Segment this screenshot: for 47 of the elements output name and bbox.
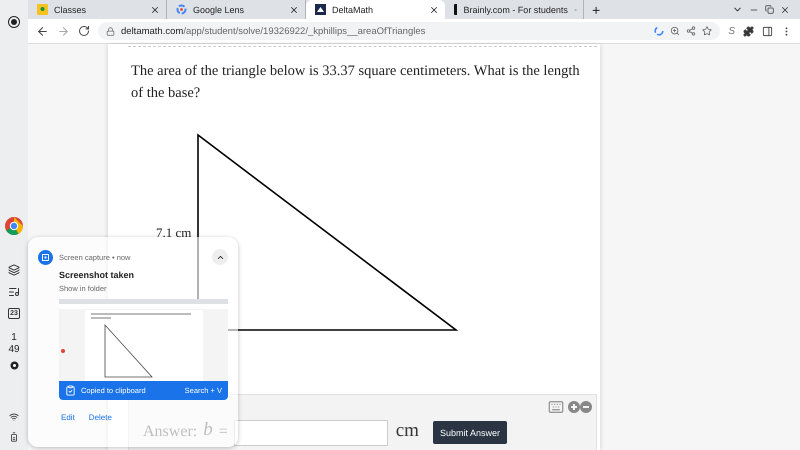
share-icon[interactable] bbox=[686, 26, 696, 36]
notification-action[interactable]: Edit bbox=[61, 413, 75, 422]
restore-icon[interactable] bbox=[765, 5, 774, 14]
side-panel-icon[interactable] bbox=[762, 26, 773, 36]
close-icon[interactable] bbox=[150, 4, 160, 14]
playlist-icon[interactable] bbox=[8, 286, 20, 298]
submit-button[interactable]: Submit Answer bbox=[432, 421, 507, 444]
url-text: deltamath.com/app/student/solve/19326922/_kphillips__areaOfTriangles bbox=[121, 26, 426, 36]
reload-icon[interactable] bbox=[78, 25, 90, 37]
back-icon[interactable] bbox=[36, 24, 49, 38]
zoom-icon[interactable] bbox=[670, 26, 680, 36]
lock-icon bbox=[106, 26, 115, 36]
clipboard-history-icon[interactable] bbox=[8, 264, 20, 276]
height-label: 7.1 cm bbox=[156, 225, 192, 240]
answer-field[interactable] bbox=[234, 420, 388, 446]
clock-minutes: 49 bbox=[8, 344, 20, 356]
wifi-icon bbox=[9, 412, 19, 422]
notification-title: Screenshot taken bbox=[59, 270, 136, 280]
browser-tab[interactable]: DeltaMath bbox=[306, 0, 445, 19]
question-text: The area of the triangle below is 33.37 square centimeters. What is the length of the base? bbox=[131, 62, 581, 103]
answer-label: Answer: bbox=[143, 423, 198, 442]
clock-hours: 1 bbox=[11, 332, 17, 344]
classroom-icon bbox=[37, 4, 48, 15]
star-icon[interactable] bbox=[702, 26, 712, 36]
minus-icon[interactable] bbox=[580, 401, 592, 413]
variable-label: b bbox=[203, 419, 213, 442]
lens-icon bbox=[176, 4, 187, 15]
new-tab-button[interactable]: + bbox=[592, 2, 600, 18]
status-dot-icon bbox=[10, 361, 18, 370]
extension-button[interactable]: S bbox=[728, 26, 735, 36]
close-icon[interactable] bbox=[289, 4, 299, 14]
clipboard-icon bbox=[65, 385, 76, 396]
plus-icon[interactable] bbox=[568, 401, 580, 413]
delta-icon bbox=[315, 4, 326, 15]
screen-capture-icon bbox=[38, 250, 53, 264]
record-icon[interactable] bbox=[8, 16, 20, 28]
thumbnail-drawing[interactable] bbox=[59, 299, 228, 381]
unit-label: cm bbox=[394, 420, 420, 443]
notification-action[interactable]: Delete bbox=[88, 413, 112, 422]
address-bar[interactable]: deltamath.com/app/student/solve/19326922/_kphillips__areaOfTriangles bbox=[98, 22, 720, 40]
close-icon[interactable] bbox=[780, 4, 790, 14]
keyboard-icon[interactable] bbox=[548, 399, 564, 415]
puzzle-icon[interactable] bbox=[743, 26, 754, 36]
chrome-icon[interactable] bbox=[4, 216, 24, 236]
battery-icon bbox=[9, 432, 19, 442]
close-icon[interactable] bbox=[429, 4, 439, 14]
equals-sign: = bbox=[218, 423, 228, 442]
